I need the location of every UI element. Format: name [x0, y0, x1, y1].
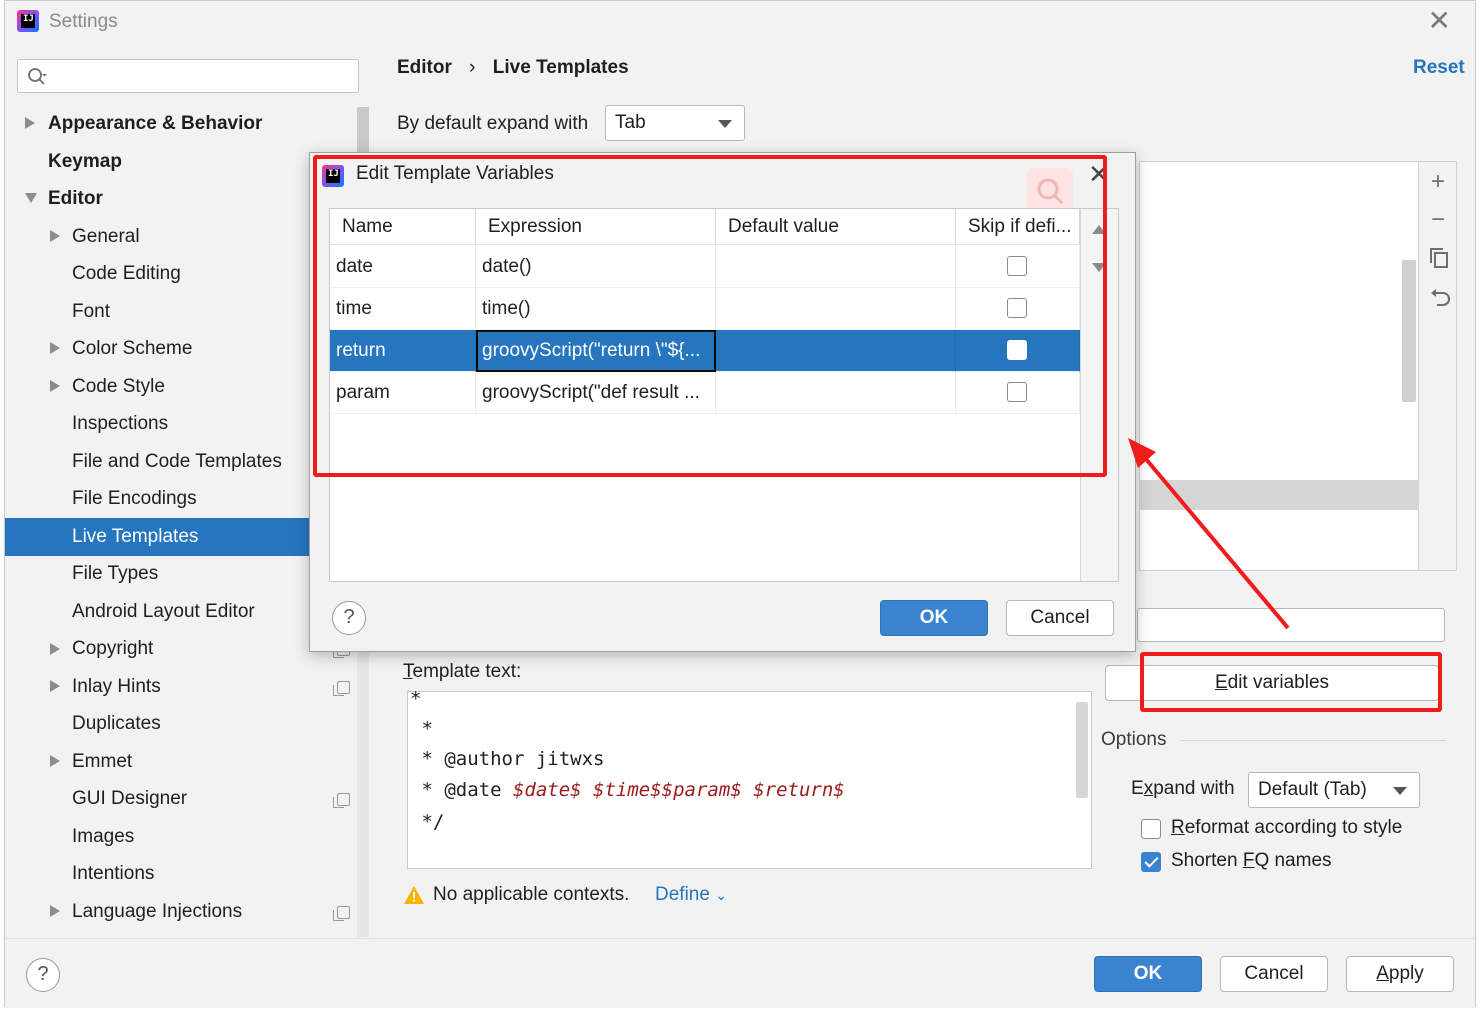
- code-line-2: *: [410, 718, 433, 740]
- ok-button[interactable]: OK: [1094, 956, 1202, 992]
- add-icon[interactable]: +: [1425, 169, 1451, 195]
- footer-bar: ? OK Cancel Apply: [5, 938, 1475, 1008]
- sidebar-item-editor[interactable]: Editor: [48, 180, 103, 218]
- annotation-box-dialog: [313, 155, 1107, 477]
- cancel-button[interactable]: Cancel: [1220, 956, 1328, 992]
- intellij-logo-icon: IJ: [17, 10, 39, 32]
- dialog-help-button[interactable]: ?: [332, 601, 366, 635]
- expand-arrow-icon[interactable]: [50, 342, 60, 354]
- project-settings-icon: [333, 906, 350, 921]
- expand-arrow-icon[interactable]: [50, 905, 60, 917]
- chevron-down-icon: [1393, 787, 1407, 795]
- variable-date: $date$: [512, 779, 582, 801]
- breadcrumb: Editor › Live Templates: [397, 57, 629, 79]
- sidebar-item-file-encodings[interactable]: File Encodings: [72, 480, 197, 518]
- shorten-fq-label[interactable]: Shorten FQ names: [1171, 850, 1332, 872]
- sidebar-item-copyright[interactable]: Copyright: [72, 630, 153, 668]
- expand-default-select[interactable]: Tab: [605, 105, 745, 141]
- expand-arrow-icon[interactable]: [50, 380, 60, 392]
- template-text-label: Template text:: [403, 661, 522, 682]
- options-title: Options: [1101, 729, 1167, 750]
- apply-button[interactable]: Apply: [1346, 956, 1454, 992]
- variable-return: $return$: [753, 779, 845, 801]
- breadcrumb-current: Live Templates: [492, 57, 629, 78]
- collapse-arrow-icon[interactable]: [25, 193, 37, 203]
- sidebar-item-intentions[interactable]: Intentions: [72, 855, 154, 893]
- sidebar-item-images[interactable]: Images: [72, 818, 134, 856]
- copy-icon[interactable]: [1429, 247, 1449, 269]
- sidebar-item-duplicates[interactable]: Duplicates: [72, 705, 161, 743]
- shorten-fq-checkbox[interactable]: [1141, 852, 1161, 872]
- sidebar-item-code-style[interactable]: Code Style: [72, 368, 165, 406]
- restore-icon[interactable]: [1429, 287, 1451, 309]
- help-button[interactable]: ?: [26, 958, 60, 992]
- expand-arrow-icon[interactable]: [25, 117, 35, 129]
- sidebar-item-inspections[interactable]: Inspections: [72, 405, 168, 443]
- expand-with-label: Expand with: [1131, 778, 1235, 799]
- expand-arrow-icon[interactable]: [50, 643, 60, 655]
- warning-icon: [404, 886, 424, 904]
- sidebar-item-appearance[interactable]: Appearance & Behavior: [48, 105, 262, 143]
- sidebar-item-general[interactable]: General: [72, 218, 140, 256]
- variable-time-param: $time$$param$: [593, 779, 742, 801]
- sidebar-item-color-scheme[interactable]: Color Scheme: [72, 330, 192, 368]
- breadcrumb-separator-icon: ›: [469, 57, 476, 78]
- code-line-1: *: [410, 688, 422, 710]
- project-settings-icon: [333, 793, 350, 808]
- sidebar-item-code-editing[interactable]: Code Editing: [72, 255, 181, 293]
- expand-arrow-icon[interactable]: [50, 755, 60, 767]
- reformat-checkbox[interactable]: [1141, 819, 1161, 839]
- sidebar-item-inlay-hints[interactable]: Inlay Hints: [72, 668, 161, 706]
- window-title: Settings: [49, 11, 118, 32]
- sidebar-item-file-code-templates[interactable]: File and Code Templates: [72, 443, 282, 481]
- breadcrumb-parent[interactable]: Editor: [397, 57, 452, 78]
- define-link[interactable]: Define ⌄: [655, 884, 727, 906]
- code-line-5: */: [410, 811, 445, 833]
- expand-default-value: Tab: [615, 112, 646, 133]
- reformat-label[interactable]: Reformat according to style: [1171, 817, 1402, 839]
- template-text-editor[interactable]: * * * @author jitwxs * @date $date$ $tim…: [407, 688, 1092, 869]
- annotation-box-edit-variables: [1140, 652, 1442, 712]
- sidebar-item-keymap[interactable]: Keymap: [48, 143, 122, 181]
- remove-icon[interactable]: −: [1425, 207, 1451, 233]
- sidebar-item-gui-designer[interactable]: GUI Designer: [72, 780, 187, 818]
- reset-link[interactable]: Reset: [1413, 57, 1465, 79]
- dialog-ok-button[interactable]: OK: [880, 600, 988, 636]
- expand-with-value: Default (Tab): [1258, 779, 1367, 800]
- settings-search-input[interactable]: [17, 59, 359, 93]
- code-line-4: * @date $date$ $time$$param$ $return$: [410, 779, 845, 801]
- search-icon: [28, 68, 47, 85]
- options-divider: [1180, 740, 1446, 741]
- sidebar-item-emmet[interactable]: Emmet: [72, 743, 132, 781]
- editor-scrollbar[interactable]: [1076, 702, 1088, 798]
- chevron-down-icon: ⌄: [715, 887, 727, 903]
- expand-arrow-icon[interactable]: [50, 230, 60, 242]
- code-line-3: * @author jitwxs: [410, 748, 605, 770]
- expand-arrow-icon[interactable]: [50, 680, 60, 692]
- no-contexts-warning: No applicable contexts.: [433, 884, 630, 905]
- close-icon[interactable]: ✕: [1428, 7, 1451, 35]
- sidebar-item-android-layout-editor[interactable]: Android Layout Editor: [72, 593, 255, 631]
- project-settings-icon: [333, 681, 350, 696]
- sidebar-item-font[interactable]: Font: [72, 293, 110, 331]
- dialog-cancel-button[interactable]: Cancel: [1006, 600, 1114, 636]
- title-bar: IJ Settings ✕: [5, 1, 1475, 43]
- expand-with-select[interactable]: Default (Tab): [1248, 772, 1420, 808]
- chevron-down-icon: [718, 120, 732, 128]
- sidebar-item-file-types[interactable]: File Types: [72, 555, 158, 593]
- expand-default-label: By default expand with: [397, 113, 589, 134]
- template-list-scrollbar[interactable]: [1402, 260, 1416, 402]
- sidebar-item-language-injections[interactable]: Language Injections: [72, 893, 242, 931]
- annotation-arrow-icon: [1128, 438, 1290, 630]
